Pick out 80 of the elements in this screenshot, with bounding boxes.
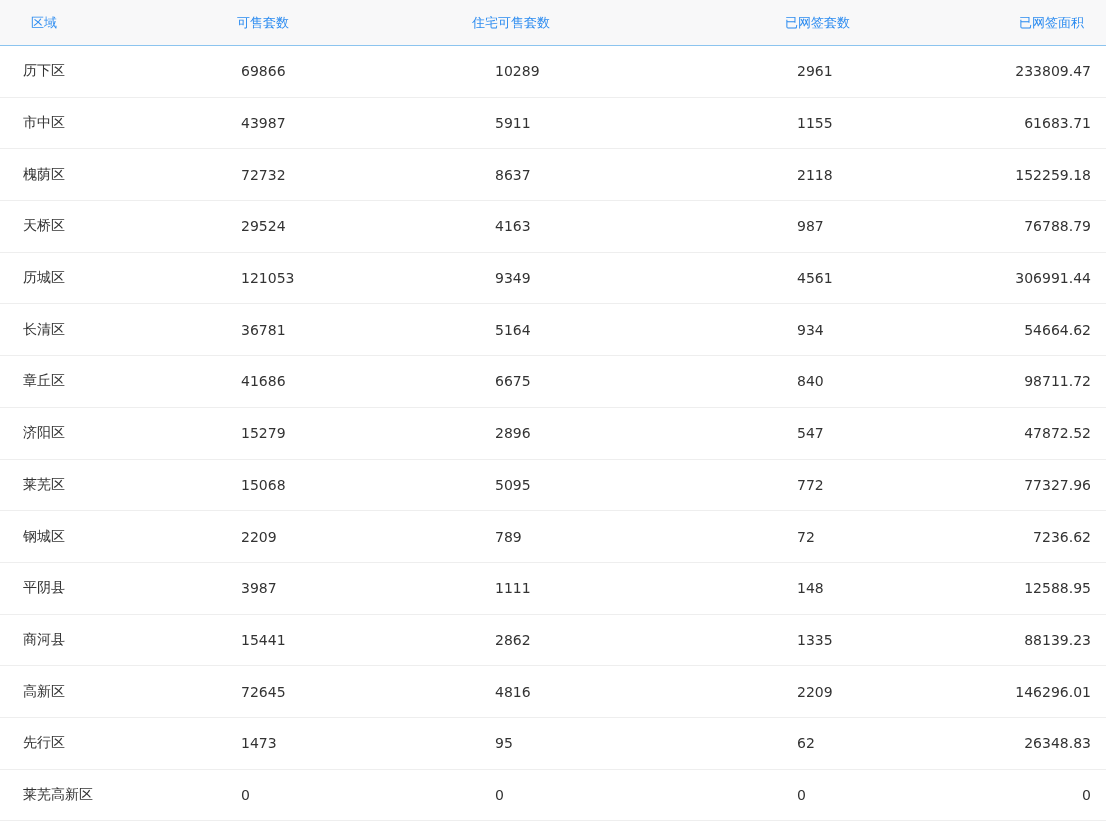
table-cell: 98711.72 [1024,373,1091,390]
table-cell: 1155 [797,115,833,132]
table-cell: 26348.83 [1024,735,1091,752]
table-cell: 1335 [797,631,833,648]
table-cell: 15279 [241,425,286,442]
table-cell: 306991.44 [1015,270,1091,287]
table-cell: 5911 [495,115,531,132]
table-cell: 钢城区 [23,527,65,546]
column-header: 住宅可售套数 [472,13,550,32]
table-cell: 934 [797,321,824,338]
table-cell: 市中区 [23,114,65,133]
table-cell: 5164 [495,321,531,338]
table-cell: 0 [1082,786,1091,803]
table-cell: 12588.95 [1024,580,1091,597]
table-cell: 54664.62 [1024,321,1091,338]
table-cell: 1473 [241,735,277,752]
table-cell: 61683.71 [1024,115,1091,132]
table-cell: 5095 [495,476,531,493]
table-cell: 平阴县 [23,579,65,598]
table-cell: 2896 [495,425,531,442]
table-cell: 4163 [495,218,531,235]
table-cell: 莱芜区 [23,475,65,494]
table-cell: 商河县 [23,630,65,649]
table-cell: 济阳区 [23,424,65,443]
table-cell: 10289 [495,63,540,80]
table-cell: 历下区 [23,62,65,81]
table-cell: 8637 [495,166,531,183]
table-cell: 152259.18 [1015,166,1091,183]
column-header: 已网签面积 [1019,13,1084,32]
table-cell: 146296.01 [1015,683,1091,700]
table-cell: 1111 [495,580,531,597]
table-cell: 72 [797,528,815,545]
table-cell: 长清区 [23,320,65,339]
table-cell: 76788.79 [1024,218,1091,235]
table-cell: 2961 [797,63,833,80]
table-cell: 72645 [241,683,286,700]
table-cell: 41686 [241,373,286,390]
table-cell: 2209 [797,683,833,700]
table-cell: 4816 [495,683,531,700]
table-cell: 7236.62 [1033,528,1091,545]
table-cell: 0 [797,786,806,803]
table-cell: 95 [495,735,513,752]
table-cell: 莱芜高新区 [23,785,93,804]
table-cell: 天桥区 [23,217,65,236]
table-cell: 15441 [241,631,286,648]
table-cell: 62 [797,735,815,752]
table-cell: 29524 [241,218,286,235]
table-cell: 88139.23 [1024,631,1091,648]
table-cell: 15068 [241,476,286,493]
table-cell: 0 [241,786,250,803]
column-header: 区域 [31,13,57,32]
table-cell: 987 [797,218,824,235]
table-cell: 9349 [495,270,531,287]
table-cell: 槐荫区 [23,165,65,184]
table-cell: 历城区 [23,269,65,288]
table-cell: 0 [495,786,504,803]
table-cell: 章丘区 [23,372,65,391]
column-header: 已网签套数 [785,13,850,32]
table-cell: 789 [495,528,522,545]
table-cell: 36781 [241,321,286,338]
table-cell: 77327.96 [1024,476,1091,493]
table-cell: 2862 [495,631,531,648]
table-cell: 2118 [797,166,833,183]
table-cell: 6675 [495,373,531,390]
table-cell: 2209 [241,528,277,545]
table-cell: 772 [797,476,824,493]
table-cell: 148 [797,580,824,597]
table-cell: 840 [797,373,824,390]
column-header: 可售套数 [237,13,289,32]
table-cell: 3987 [241,580,277,597]
table-cell: 69866 [241,63,286,80]
table-cell: 72732 [241,166,286,183]
table-cell: 121053 [241,270,295,287]
table-cell: 547 [797,425,824,442]
table-cell: 先行区 [23,734,65,753]
table-cell: 43987 [241,115,286,132]
table-cell: 4561 [797,270,833,287]
table-cell: 高新区 [23,682,65,701]
table-cell: 233809.47 [1015,63,1091,80]
table-cell: 47872.52 [1024,425,1091,442]
